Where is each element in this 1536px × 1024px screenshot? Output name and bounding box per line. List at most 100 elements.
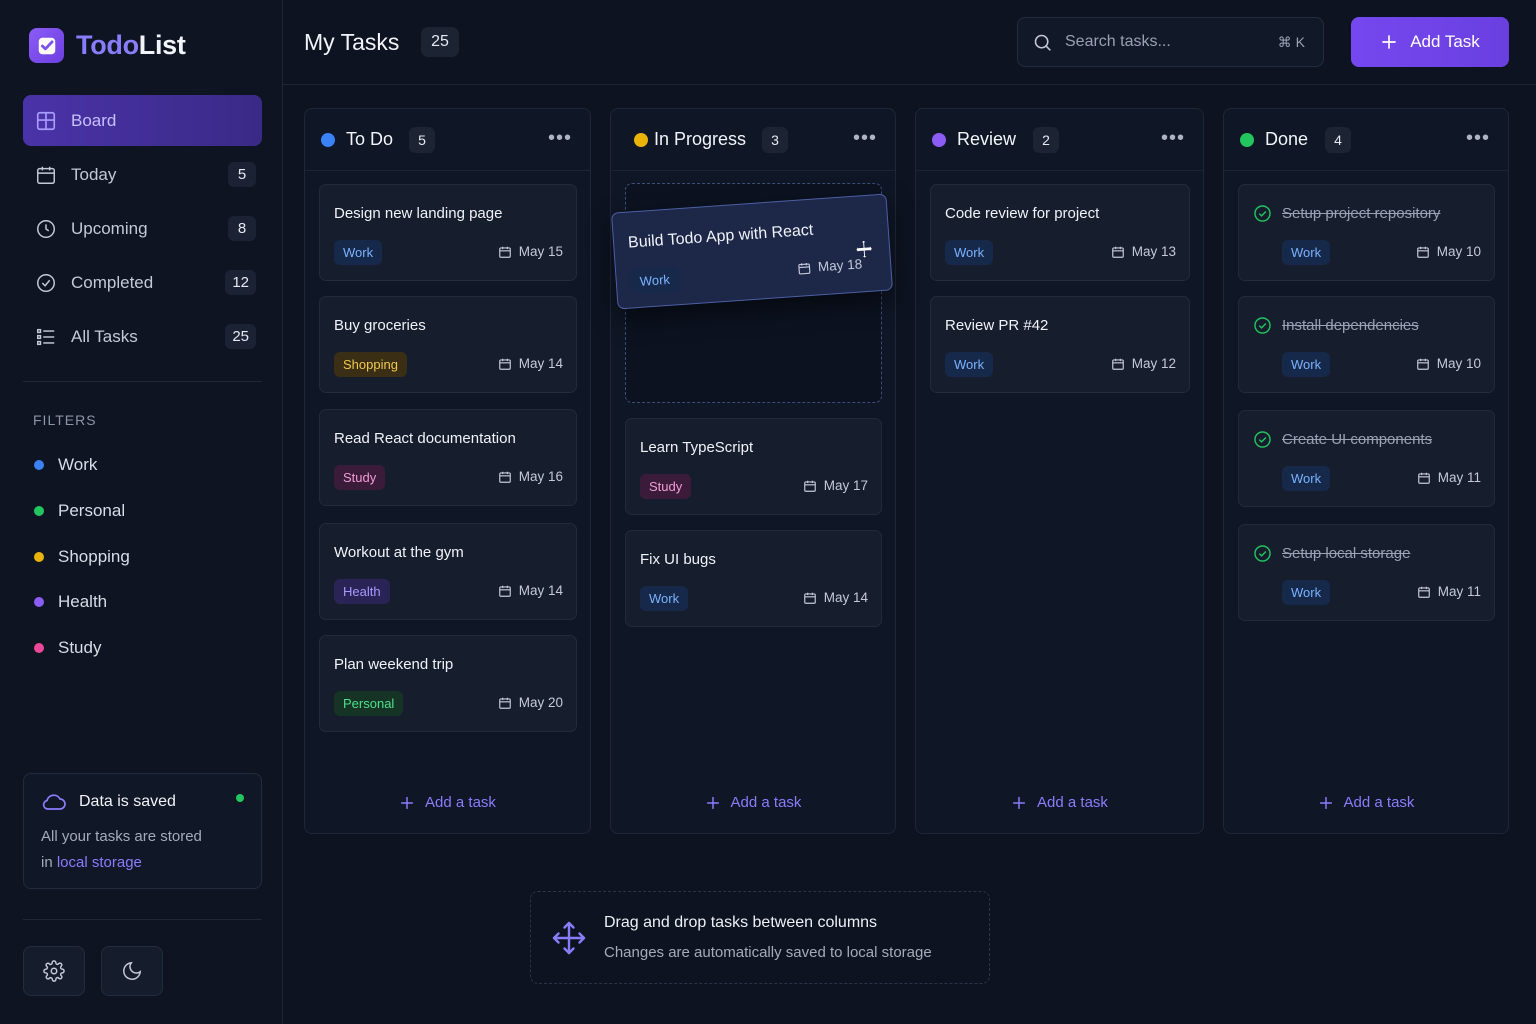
add-task-button[interactable]: Add Task: [1351, 17, 1509, 67]
column-done: Done 4 ••• Setup project repository Work…: [1223, 108, 1509, 834]
task-title: Design new landing page: [334, 205, 503, 222]
add-task-link[interactable]: Add a task: [916, 794, 1203, 811]
search-box[interactable]: ⌘ K: [1017, 17, 1324, 67]
list-icon: [35, 326, 57, 348]
app-logo[interactable]: TodoList: [29, 28, 186, 63]
hint-subtitle: Changes are automatically saved to local…: [604, 944, 932, 961]
sidebar-item-label: Upcoming: [71, 218, 148, 238]
settings-button[interactable]: [23, 946, 85, 996]
checkmark-icon[interactable]: [1253, 430, 1272, 454]
column-review: Review 2 ••• Code review for project Wor…: [915, 108, 1204, 834]
task-card[interactable]: Install dependencies Work May 10: [1238, 296, 1495, 393]
filter-label: Health: [58, 592, 108, 611]
task-date: May 13: [1111, 244, 1176, 259]
task-tag: Health: [334, 579, 390, 604]
data-saved-panel: Data is saved All your tasks are stored …: [23, 773, 262, 889]
sidebar-item-board[interactable]: Board: [23, 95, 262, 146]
task-date-text: May 16: [518, 469, 563, 484]
column-title: In Progress: [654, 129, 747, 149]
column-menu-icon[interactable]: •••: [853, 127, 877, 150]
task-title: Plan weekend trip: [334, 656, 454, 673]
hint-title: Drag and drop tasks between columns: [604, 914, 878, 931]
task-card[interactable]: Learn TypeScript Study May 17: [625, 418, 882, 515]
checkmark-icon[interactable]: [1253, 316, 1272, 340]
task-title: Review PR #42: [945, 317, 1049, 334]
task-tag: Study: [334, 465, 386, 490]
column-menu-icon[interactable]: •••: [1466, 127, 1490, 150]
task-card[interactable]: Review PR #42 Work May 12: [930, 296, 1190, 393]
task-title: Setup local storage: [1282, 545, 1411, 562]
filter-study[interactable]: Study: [34, 638, 101, 658]
dragging-task-card[interactable]: Build Todo App with React Work May 18: [610, 193, 894, 310]
column-status-dot: [1240, 133, 1254, 147]
saved-title: Data is saved: [79, 793, 176, 810]
task-card[interactable]: Setup project repository Work May 10: [1238, 184, 1495, 281]
task-card[interactable]: Code review for project Work May 13: [930, 184, 1190, 281]
filter-work[interactable]: Work: [34, 455, 97, 475]
column-menu-icon[interactable]: •••: [548, 127, 572, 150]
personal-color-dot: [34, 506, 44, 516]
task-card[interactable]: Plan weekend trip Personal May 20: [319, 635, 577, 732]
sidebar-item-count: 12: [225, 270, 256, 295]
add-task-link[interactable]: Add a task: [611, 794, 895, 811]
filter-personal[interactable]: Personal: [34, 501, 125, 521]
cloud-icon: [41, 792, 67, 812]
task-date-text: May 15: [518, 244, 563, 259]
task-date-text: May 20: [518, 695, 563, 710]
task-tag: Work: [1282, 466, 1331, 491]
task-tag: Work: [640, 586, 689, 611]
saved-description: All your tasks are stored in local stora…: [41, 824, 244, 876]
task-card[interactable]: Create UI components Work May 11: [1238, 410, 1495, 507]
search-icon: [1034, 34, 1051, 51]
clock-icon: [35, 218, 57, 240]
task-card[interactable]: Fix UI bugs Work May 14: [625, 530, 882, 627]
task-tag: Work: [334, 240, 383, 265]
task-card[interactable]: Setup local storage Work May 11: [1238, 524, 1495, 621]
task-date: May 14: [803, 590, 868, 605]
search-input[interactable]: [1065, 33, 1255, 51]
calendar-icon: [797, 260, 812, 275]
column-menu-icon[interactable]: •••: [1161, 127, 1185, 150]
checkmark-icon[interactable]: [1253, 204, 1272, 228]
task-date-text: May 14: [518, 356, 563, 371]
logo-check-icon: [29, 28, 64, 63]
sidebar-item-completed[interactable]: Completed 12: [23, 257, 262, 308]
filter-health[interactable]: Health: [34, 592, 107, 612]
calendar-icon: [35, 164, 57, 186]
add-task-link[interactable]: Add a task: [1224, 794, 1508, 811]
task-card[interactable]: Workout at the gym Health May 14: [319, 523, 577, 620]
task-date-text: May 10: [1436, 356, 1481, 371]
local-storage-link[interactable]: local storage: [57, 854, 142, 871]
sidebar-item-today[interactable]: Today 5: [23, 149, 262, 200]
column-title: Done: [1265, 129, 1309, 149]
theme-toggle-button[interactable]: [101, 946, 163, 996]
task-title: Build Todo App with React: [627, 221, 814, 252]
calendar-icon: [803, 479, 817, 493]
column-title: To Do: [346, 129, 394, 149]
shopping-color-dot: [34, 552, 44, 562]
sidebar-item-label: Today: [71, 164, 117, 184]
board-icon: [35, 110, 57, 132]
filters-heading: FILTERS: [33, 412, 97, 428]
saved-text-in: in: [41, 854, 57, 871]
column-count: 4: [1325, 127, 1351, 153]
task-title: Read React documentation: [334, 430, 516, 447]
sidebar-item-all-tasks[interactable]: All Tasks 25: [23, 311, 262, 362]
task-title: Create UI components: [1282, 431, 1433, 448]
saved-text: All your tasks are stored: [41, 828, 202, 845]
task-date: May 16: [498, 469, 563, 484]
filter-shopping[interactable]: Shopping: [34, 547, 130, 567]
column-header: To Do 5 •••: [305, 109, 590, 171]
task-card[interactable]: Design new landing page Work May 15: [319, 184, 577, 281]
column-title: Review: [957, 129, 1017, 149]
task-tag: Work: [1282, 352, 1331, 377]
checkmark-icon[interactable]: [1253, 544, 1272, 568]
move-cursor-icon: [852, 237, 876, 265]
task-title: Fix UI bugs: [640, 551, 716, 568]
task-card[interactable]: Read React documentation Study May 16: [319, 409, 577, 506]
add-task-text: Add a task: [1037, 794, 1108, 811]
task-card[interactable]: Buy groceries Shopping May 14: [319, 296, 577, 393]
calendar-icon: [498, 245, 512, 259]
sidebar-item-upcoming[interactable]: Upcoming 8: [23, 203, 262, 254]
add-task-link[interactable]: Add a task: [305, 794, 590, 811]
